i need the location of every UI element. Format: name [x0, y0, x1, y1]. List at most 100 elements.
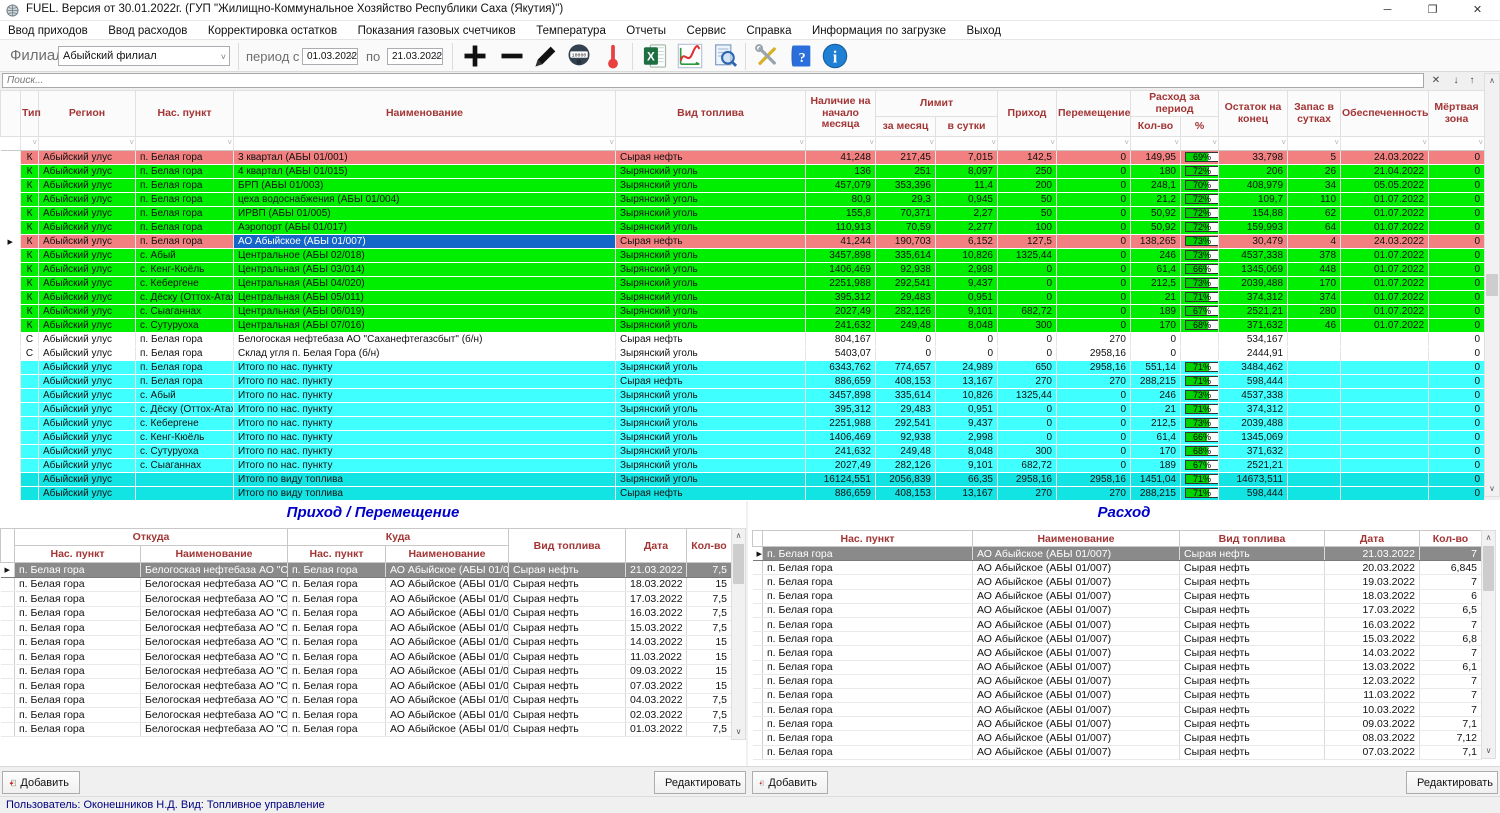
cell[interactable]: 241,632 — [806, 445, 876, 459]
cell[interactable]: Абыйский улус — [39, 431, 136, 445]
cell[interactable]: 92,938 — [876, 431, 936, 445]
cell[interactable]: 155,8 — [806, 207, 876, 221]
cell[interactable]: 01.03.2022 — [626, 722, 687, 737]
main-table-row[interactable]: Абыйский улусИтого по виду топливаСырая … — [1, 487, 1485, 501]
cell[interactable]: Белогоская нефтебаза АО "Саханефтегазсбы… — [141, 577, 288, 592]
col-name[interactable]: Наименование — [973, 531, 1180, 547]
cell[interactable]: 62 — [1288, 207, 1341, 221]
filter-dropdown[interactable]: ˅ — [1131, 137, 1181, 151]
cell[interactable] — [1288, 431, 1341, 445]
table-row[interactable]: п. Белая гораБелогоская нефтебаза АО "Са… — [1, 650, 732, 665]
cell[interactable]: Сырая нефть — [1180, 617, 1325, 631]
col-to-group[interactable]: Куда — [288, 529, 509, 546]
cell[interactable]: АО Абыйское (АБЫ 01/007) — [386, 635, 509, 650]
cell[interactable]: 448 — [1288, 263, 1341, 277]
table-row[interactable]: п. Белая гораАО Абыйское (АБЫ 01/007)Сыр… — [753, 674, 1482, 688]
cell[interactable] — [1288, 473, 1341, 487]
cell[interactable]: 0 — [1429, 375, 1485, 389]
cell[interactable]: 457,079 — [806, 179, 876, 193]
cell[interactable]: Абыйский улус — [39, 249, 136, 263]
cell[interactable]: п. Белая гора — [136, 347, 234, 361]
cell[interactable]: 378 — [1288, 249, 1341, 263]
excel-export-button[interactable]: X — [640, 42, 670, 71]
cell[interactable]: К — [21, 291, 39, 305]
cell[interactable]: 15.03.2022 — [626, 621, 687, 636]
table-row[interactable]: п. Белая гораБелогоская нефтебаза АО "Са… — [1, 592, 732, 607]
cell[interactable]: Сырая нефть — [1180, 745, 1325, 759]
col-fuel[interactable]: Вид топлива — [616, 91, 806, 137]
cell[interactable]: п. Белая гора — [15, 577, 141, 592]
cell[interactable]: 7,015 — [936, 151, 998, 165]
cell[interactable]: 335,614 — [876, 389, 936, 403]
cell[interactable]: 71% — [1181, 487, 1219, 501]
main-table-row[interactable]: КАбыйский улусс. Кенг-КюёльЦентральная (… — [1, 263, 1485, 277]
cell[interactable]: 7,1 — [1420, 717, 1482, 731]
cell[interactable]: 71% — [1181, 473, 1219, 487]
cell[interactable] — [21, 375, 39, 389]
filter-dropdown[interactable]: ˅ — [39, 137, 136, 151]
menu-spravka[interactable]: Справка — [738, 23, 799, 37]
cell[interactable]: 6,5 — [1420, 603, 1482, 617]
cell[interactable]: Абыйский улус — [39, 459, 136, 473]
cell[interactable]: 71% — [1181, 403, 1219, 417]
cell[interactable]: 248,1 — [1131, 179, 1181, 193]
cell[interactable]: 142,5 — [998, 151, 1057, 165]
cell[interactable]: п. Белая гора — [15, 592, 141, 607]
cell[interactable]: п. Белая гора — [136, 179, 234, 193]
cell[interactable]: 6343,762 — [806, 361, 876, 375]
cell[interactable]: 0 — [1057, 305, 1131, 319]
cell[interactable]: 73% — [1181, 249, 1219, 263]
cell[interactable]: Сырая нефть — [1180, 603, 1325, 617]
cell[interactable]: п. Белая гора — [288, 650, 386, 665]
cell[interactable]: Абыйский улус — [39, 487, 136, 501]
cell[interactable]: 41,248 — [806, 151, 876, 165]
cell[interactable]: п. Белая гора — [763, 575, 973, 589]
cell[interactable]: Белогоская нефтебаза АО "Саханефтегазсбы… — [141, 650, 288, 665]
cell[interactable]: Зырянский уголь — [616, 263, 806, 277]
cell[interactable]: АО Абыйское (АБЫ 01/007) — [386, 592, 509, 607]
cell[interactable] — [1288, 333, 1341, 347]
col-start[interactable]: Наличие на начало месяца — [806, 91, 876, 137]
cell[interactable]: с. Абый — [136, 249, 234, 263]
cell[interactable]: 2958,16 — [998, 473, 1057, 487]
table-row[interactable]: ▶п. Белая гораБелогоская нефтебаза АО "С… — [1, 563, 732, 578]
cell[interactable]: 02.03.2022 — [626, 708, 687, 723]
cell[interactable]: 41,244 — [806, 235, 876, 249]
cell[interactable]: п. Белая гора — [288, 693, 386, 708]
cell[interactable]: Сырая нефть — [509, 563, 626, 578]
cell[interactable]: 0 — [1057, 165, 1131, 179]
cell[interactable]: 251 — [876, 165, 936, 179]
cell[interactable]: Абыйский улус — [39, 445, 136, 459]
cell[interactable]: 0 — [1057, 151, 1131, 165]
cell[interactable]: 7 — [1420, 617, 1482, 631]
scroll-down-icon[interactable]: ∨ — [732, 725, 745, 739]
cell[interactable]: Итого по нас. пункту — [234, 459, 616, 473]
cell[interactable]: 18.03.2022 — [626, 577, 687, 592]
cell[interactable]: Белогоская нефтебаза АО "Саханефтегазсбы… — [141, 592, 288, 607]
cell[interactable]: 0 — [1429, 333, 1485, 347]
cell[interactable]: п. Белая гора — [763, 660, 973, 674]
cell[interactable]: 01.07.2022 — [1341, 291, 1429, 305]
cell[interactable]: 598,444 — [1219, 487, 1288, 501]
cell[interactable]: 50 — [998, 207, 1057, 221]
cell[interactable]: п. Белая гора — [136, 361, 234, 375]
cell[interactable]: 374 — [1288, 291, 1341, 305]
cell[interactable]: 70% — [1181, 179, 1219, 193]
cell[interactable]: АО Абыйское (АБЫ 01/007) — [386, 679, 509, 694]
cell[interactable]: АО Абыйское (АБЫ 01/007) — [973, 703, 1180, 717]
cell[interactable]: 374,312 — [1219, 291, 1288, 305]
cell[interactable]: АО Абыйское (АБЫ 01/007) — [973, 632, 1180, 646]
main-table-row[interactable]: САбыйский улусп. Белая гораСклад угля п.… — [1, 347, 1485, 361]
col-rashod-group[interactable]: Расход за период — [1131, 91, 1219, 117]
cell[interactable]: 0 — [1429, 361, 1485, 375]
cell[interactable]: 534,167 — [1219, 333, 1288, 347]
cell[interactable]: АО Абыйское (АБЫ 01/007) — [973, 717, 1180, 731]
cell[interactable]: Зырянский уголь — [616, 291, 806, 305]
cell[interactable]: 0 — [1131, 333, 1181, 347]
table-row[interactable]: п. Белая гораАО Абыйское (АБЫ 01/007)Сыр… — [753, 561, 1482, 575]
cell[interactable]: Сырая нефть — [1180, 547, 1325, 561]
cell[interactable]: Абыйский улус — [39, 151, 136, 165]
cell[interactable]: 0 — [1429, 403, 1485, 417]
cell[interactable]: 15 — [687, 577, 732, 592]
cell[interactable]: Абыйский улус — [39, 347, 136, 361]
